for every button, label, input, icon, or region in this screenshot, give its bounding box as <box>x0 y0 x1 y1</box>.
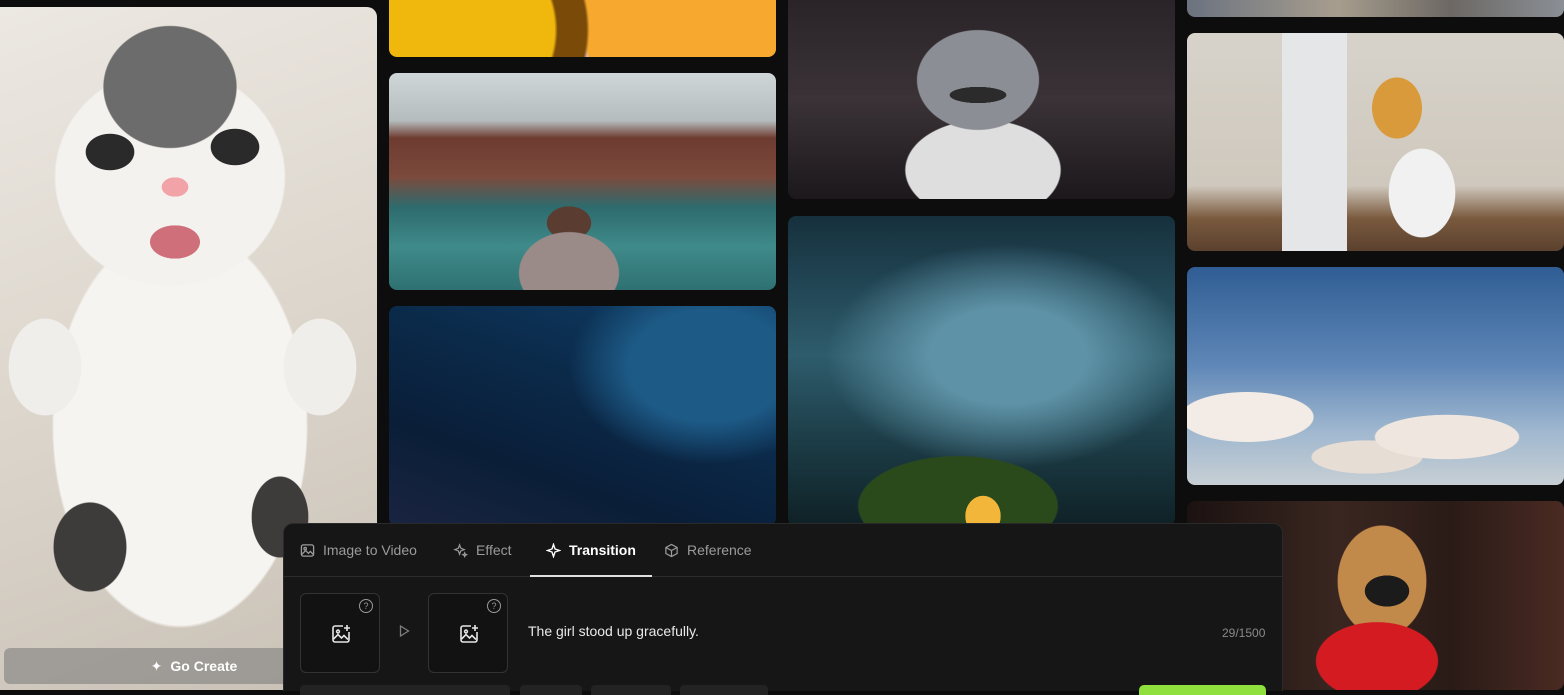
go-create-label: Go Create <box>170 658 238 674</box>
help-icon[interactable]: ? <box>487 599 501 613</box>
tab-transition[interactable]: Transition <box>530 524 652 577</box>
cube-icon <box>665 543 678 557</box>
sparkles-icon <box>453 542 468 558</box>
tab-label: Effect <box>476 542 512 558</box>
tab-image-to-video[interactable]: Image to Video <box>300 524 417 576</box>
gallery-card-ocean[interactable] <box>389 306 776 526</box>
gallery-card-room[interactable] <box>1187 33 1564 251</box>
image-icon <box>300 543 315 557</box>
start-frame-upload[interactable]: ? <box>300 593 380 673</box>
sparkle-icon: ✦ <box>150 657 163 674</box>
gallery-card-sky[interactable] <box>1187 267 1564 485</box>
gallery-card-top-right[interactable] <box>1187 0 1564 17</box>
add-image-icon <box>460 625 478 643</box>
creation-panel: Image to Video Effect Transition Referen… <box>283 523 1283 695</box>
character-counter: 29/1500 <box>1222 626 1266 640</box>
option-chip[interactable] <box>591 685 671 695</box>
gallery-card-forest[interactable] <box>788 216 1175 526</box>
option-chip[interactable] <box>680 685 768 695</box>
gallery-card-flowers[interactable] <box>389 0 776 57</box>
prompt-input[interactable]: The girl stood up gracefully. <box>528 623 699 639</box>
mode-tabs: Image to Video Effect Transition Referen… <box>284 524 1282 577</box>
play-arrow-icon <box>399 624 410 638</box>
end-frame-upload[interactable]: ? <box>428 593 508 673</box>
option-chip[interactable] <box>520 685 582 695</box>
tab-effect[interactable]: Effect <box>453 524 512 576</box>
gallery-card-creature[interactable] <box>788 0 1175 199</box>
option-chip[interactable] <box>300 685 510 695</box>
generate-button[interactable] <box>1139 685 1266 695</box>
gallery-card-ships[interactable] <box>389 73 776 290</box>
tab-label: Reference <box>687 542 752 558</box>
tab-reference[interactable]: Reference <box>664 524 752 576</box>
tab-label: Transition <box>569 542 636 558</box>
sparkle-icon <box>546 542 561 558</box>
help-icon[interactable]: ? <box>359 599 373 613</box>
add-image-icon <box>332 625 350 643</box>
tab-label: Image to Video <box>323 542 417 558</box>
